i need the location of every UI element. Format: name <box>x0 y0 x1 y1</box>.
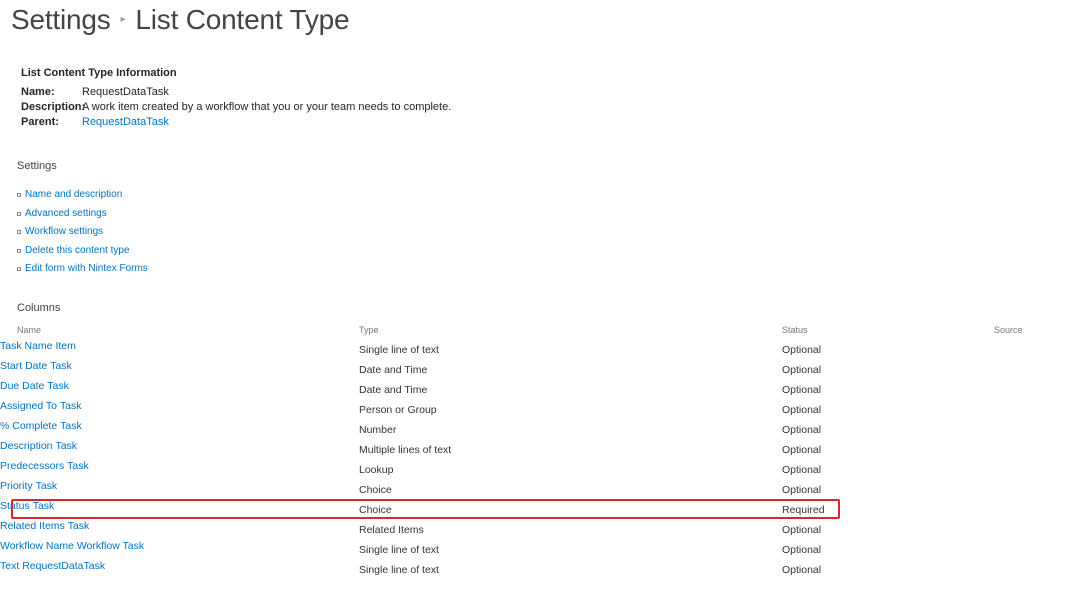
column-name-link[interactable]: Assigned To <box>0 400 57 412</box>
info-parent-label: Parent: <box>21 116 59 128</box>
info-description-row: Description: A work item created by a wo… <box>21 100 451 115</box>
column-type: Choice <box>359 504 392 516</box>
column-status: Optional <box>782 384 822 396</box>
settings-links: Name and description Advanced settings W… <box>17 186 148 279</box>
workflow-settings-link[interactable]: Workflow settings <box>25 225 103 239</box>
info-name-label: Name: <box>21 86 55 98</box>
breadcrumb-current: List Content Type <box>135 4 350 35</box>
column-status: Optional <box>782 364 822 376</box>
column-name-link[interactable]: % Complete <box>0 420 57 432</box>
table-row: Description Multiple lines of text Optio… <box>0 440 1084 460</box>
columns-table-header: Name Type Status Source <box>0 325 1084 337</box>
table-row: Predecessors Lookup Optional Task <box>0 460 1084 480</box>
settings-link-item: Workflow settings <box>17 223 148 242</box>
columns-section-title: Columns <box>17 302 61 314</box>
column-header-type: Type <box>359 325 379 335</box>
table-row: Due Date Date and Time Optional Task <box>0 380 1084 400</box>
info-parent-link[interactable]: RequestDataTask <box>82 115 169 130</box>
bullet-icon <box>17 211 21 216</box>
column-type: Multiple lines of text <box>359 444 452 456</box>
settings-link-item: Name and description <box>17 186 148 205</box>
table-row: Workflow Name Single line of text Option… <box>0 540 1084 560</box>
column-type: Number <box>359 424 397 436</box>
column-name-link[interactable]: Workflow Name <box>0 540 74 552</box>
advanced-settings-link[interactable]: Advanced settings <box>25 207 107 221</box>
info-name-row: Name: RequestDataTask <box>21 85 451 100</box>
column-source-link[interactable]: RequestDataTask <box>22 560 105 572</box>
delete-content-type-link[interactable]: Delete this content type <box>25 244 130 258</box>
column-status: Optional <box>782 444 822 456</box>
column-name-link[interactable]: Priority <box>0 480 33 492</box>
column-type: Single line of text <box>359 344 439 356</box>
column-type: Lookup <box>359 464 394 476</box>
settings-section-title: Settings <box>17 160 57 172</box>
table-row-status-highlighted: Status Choice Required Task <box>0 500 1084 520</box>
column-source-link[interactable]: Task <box>55 440 77 452</box>
column-status: Optional <box>782 344 822 356</box>
column-name-link[interactable]: Related Items <box>0 520 65 532</box>
info-description-label: Description: <box>21 101 86 113</box>
page-title: Settings ▸ List Content Type <box>11 4 350 36</box>
column-name-link[interactable]: Task Name <box>0 340 53 352</box>
column-name-link[interactable]: Predecessors <box>0 460 64 472</box>
column-source-link[interactable]: Task <box>68 520 90 532</box>
table-row: Related Items Related Items Optional Tas… <box>0 520 1084 540</box>
column-name-link[interactable]: Text <box>0 560 19 572</box>
column-source-link[interactable]: Task <box>36 480 58 492</box>
column-type: Date and Time <box>359 384 428 396</box>
breadcrumb-separator-icon: ▸ <box>120 14 126 26</box>
column-status: Required <box>782 504 825 516</box>
column-status: Optional <box>782 424 822 436</box>
column-name-link[interactable]: Status <box>0 500 30 512</box>
bullet-icon <box>17 248 21 253</box>
column-header-status: Status <box>782 325 808 335</box>
breadcrumb-settings[interactable]: Settings <box>11 4 111 35</box>
bullet-icon <box>17 193 21 198</box>
column-source-link[interactable]: Task <box>50 360 72 372</box>
column-source-link[interactable]: Task <box>67 460 89 472</box>
info-description-value: A work item created by a workflow that y… <box>82 101 452 113</box>
column-name-link[interactable]: Due Date <box>0 380 44 392</box>
column-status: Optional <box>782 544 822 556</box>
name-and-description-link[interactable]: Name and description <box>25 188 122 202</box>
edit-form-nintex-link[interactable]: Edit form with Nintex Forms <box>25 262 148 276</box>
column-header-name: Name <box>17 325 42 335</box>
table-row: Text Single line of text Optional Reques… <box>0 560 1084 580</box>
settings-link-item: Edit form with Nintex Forms <box>17 260 148 279</box>
column-name-link[interactable]: Description <box>0 440 53 452</box>
column-type: Person or Group <box>359 404 437 416</box>
bullet-icon <box>17 267 21 272</box>
column-status: Optional <box>782 484 822 496</box>
column-status: Optional <box>782 464 822 476</box>
table-row: Priority Choice Optional Task <box>0 480 1084 500</box>
table-row: Assigned To Person or Group Optional Tas… <box>0 400 1084 420</box>
info-parent-row: Parent: RequestDataTask <box>21 115 451 130</box>
table-row: Task Name Single line of text Optional I… <box>0 340 1084 360</box>
column-type: Date and Time <box>359 364 428 376</box>
column-type: Single line of text <box>359 564 439 576</box>
column-source-link[interactable]: Task <box>33 500 55 512</box>
bullet-icon <box>17 230 21 235</box>
column-source-link[interactable]: Item <box>55 340 75 352</box>
settings-link-item: Delete this content type <box>17 242 148 261</box>
columns-table: Task Name Single line of text Optional I… <box>0 340 1084 580</box>
table-row: % Complete Number Optional Task <box>0 420 1084 440</box>
column-status: Optional <box>782 564 822 576</box>
column-source-link[interactable]: Task <box>60 420 82 432</box>
settings-link-item: Advanced settings <box>17 205 148 224</box>
column-status: Optional <box>782 404 822 416</box>
column-source-link[interactable]: Task <box>47 380 69 392</box>
info-heading: List Content Type Information <box>21 67 177 79</box>
info-name-value: RequestDataTask <box>82 86 169 98</box>
column-name-link[interactable]: Start Date <box>0 360 47 372</box>
column-type: Choice <box>359 484 392 496</box>
column-type: Related Items <box>359 524 424 536</box>
column-source-link[interactable]: Task <box>60 400 82 412</box>
column-source-link[interactable]: Workflow Task <box>77 540 144 552</box>
content-type-info: List Content Type Information Name: Requ… <box>21 67 451 130</box>
column-status: Optional <box>782 524 822 536</box>
column-header-source: Source <box>994 325 1023 335</box>
column-type: Single line of text <box>359 544 439 556</box>
table-row: Start Date Date and Time Optional Task <box>0 360 1084 380</box>
